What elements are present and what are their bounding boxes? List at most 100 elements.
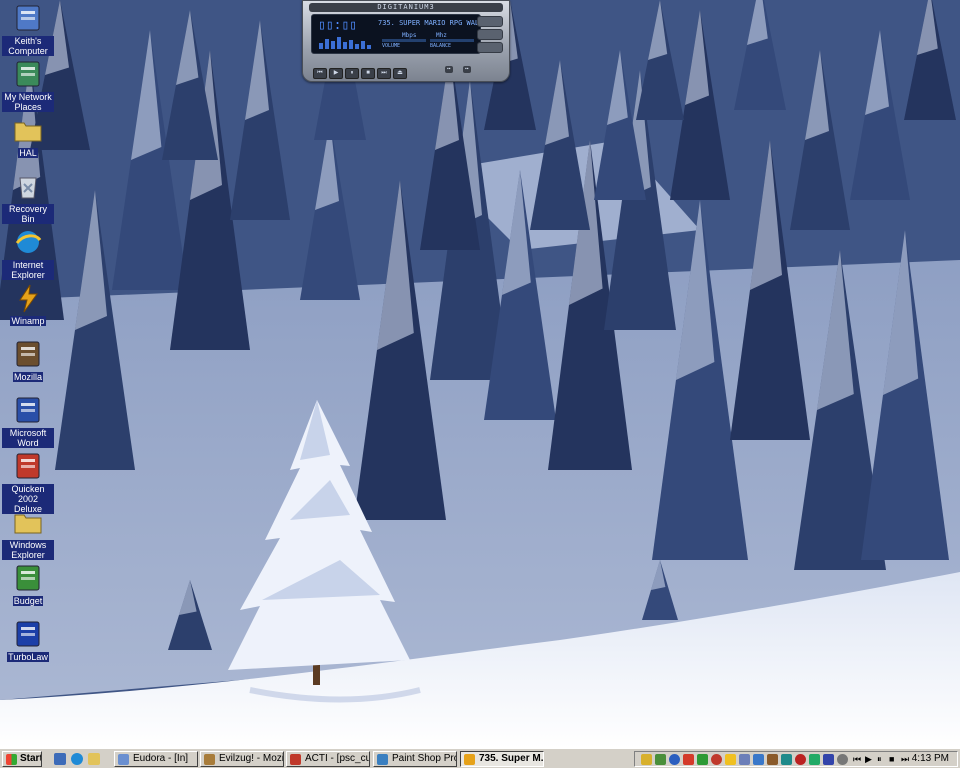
winamp-time-display: ▯▯:▯▯: [318, 18, 358, 33]
desktop-icon[interactable]: HAL: [2, 114, 54, 159]
taskbar-window-button[interactable]: Paint Shop Pro - ...: [373, 751, 457, 767]
taskbar-window-label: Evilzug! - Mozilla: [219, 753, 284, 764]
desktop-icon[interactable]: Microsoft Word: [2, 394, 54, 449]
pause-icon[interactable]: ⏸: [345, 68, 359, 79]
network-icon[interactable]: [655, 754, 666, 765]
winamp-icon: [19, 284, 38, 313]
act-icon: [290, 754, 301, 765]
start-button[interactable]: Start: [2, 751, 42, 767]
winamp-spectrum-analyzer: [319, 37, 371, 49]
desktop-icon[interactable]: Windows Explorer: [2, 506, 54, 561]
media-play-icon[interactable]: ▶: [865, 754, 876, 765]
desktop-icon[interactable]: Budget: [2, 562, 54, 607]
previous-icon[interactable]: ⏮: [313, 68, 327, 79]
folder-icon: [14, 122, 42, 142]
winamp-balance-slider[interactable]: [430, 39, 474, 42]
winamp-icon: [464, 754, 475, 765]
tray-app-icon-12[interactable]: [837, 754, 848, 765]
desktop[interactable]: Keith's Computer My Network Places HAL Reco…: [0, 0, 960, 748]
winamp-volume-label: VOLUME: [382, 43, 401, 49]
winamp-eq-toggle[interactable]: [477, 16, 503, 27]
internet-explorer-icon: [15, 231, 42, 253]
winamp-shuffle-toggle[interactable]: [477, 42, 503, 53]
clock[interactable]: 4:13 PM: [912, 752, 949, 766]
desktop-icon-label: Microsoft Word: [2, 428, 54, 448]
desktop-icon-label: HAL: [18, 148, 38, 158]
tray-app-icon-3[interactable]: [711, 754, 722, 765]
tray-app-icon-4[interactable]: [725, 754, 736, 765]
next-icon[interactable]: ⏭: [377, 68, 391, 79]
taskbar-window-label: ACTI - [psc_cust...: [305, 753, 369, 764]
tray-app-icon-11[interactable]: [823, 754, 834, 765]
winamp-playlist-toggle[interactable]: [477, 29, 503, 40]
winamp-mini-button-1[interactable]: ▪▪: [445, 66, 453, 73]
media-next-icon[interactable]: ⏭: [901, 754, 912, 765]
wallpaper-snowy-forest: [0, 0, 960, 748]
mozilla-icon: [16, 341, 40, 367]
winamp-player[interactable]: DIGITANIUM3 ▯▯:▯▯ 735. SUPER MARIO RPG W…: [302, 0, 510, 82]
eudora-icon: [118, 754, 129, 765]
winamp-track-title: 735. SUPER MARIO RPG WALTZ OF: [378, 19, 478, 27]
mozilla-icon: [204, 754, 215, 765]
desktop-icon[interactable]: TurboLaw: [2, 618, 54, 663]
winamp-samplerate-label: Mhz: [436, 32, 447, 39]
turbolaw-icon: [16, 621, 40, 647]
tray-app-icon-5[interactable]: [739, 754, 750, 765]
desktop-icon[interactable]: My Network Places: [2, 58, 54, 113]
windows-logo-icon: [6, 754, 17, 765]
desktop-icon[interactable]: Winamp: [2, 282, 54, 327]
tray-app-icon-9[interactable]: [795, 754, 806, 765]
eject-icon[interactable]: ⏏: [393, 68, 407, 79]
play-icon[interactable]: ▶: [329, 68, 343, 79]
desktop-icon[interactable]: Mozilla: [2, 338, 54, 383]
start-label: Start: [20, 753, 42, 764]
media-stop-icon[interactable]: ■: [889, 754, 900, 765]
media-pause-icon[interactable]: ⏸: [877, 754, 888, 765]
windows-explorer-icon: [14, 514, 42, 534]
quicken-icon: [16, 453, 40, 479]
desktop-icon-label: TurboLaw: [7, 652, 49, 662]
antivirus-icon[interactable]: [669, 754, 680, 765]
desktop-icon-label: Recovery Bin: [2, 204, 54, 224]
desktop-icon-label: Budget: [12, 596, 44, 606]
desktop-icon[interactable]: Recovery Bin: [2, 170, 54, 225]
winamp-volume-slider[interactable]: [382, 39, 426, 42]
stop-icon[interactable]: ■: [361, 68, 375, 79]
taskbar: Start Eudora - [In] Evilzug! - Mozilla ACT…: [0, 748, 960, 768]
desktop-icon-label: Winamp: [10, 316, 46, 326]
paint-shop-pro-icon: [377, 754, 388, 765]
winamp-bitrate-label: Mbps: [402, 32, 417, 39]
tray-app-icon-8[interactable]: [781, 754, 792, 765]
taskbar-window-button[interactable]: Eudora - [In]: [114, 751, 198, 767]
winamp-title[interactable]: DIGITANIUM3: [309, 3, 503, 12]
desktop-icon-label: Windows Explorer: [2, 540, 54, 560]
system-tray: ⏮ ▶ ⏸ ■ ⏭ 4:13 PM: [634, 751, 958, 767]
desktop-icon-label: Keith's Computer: [2, 36, 54, 56]
winamp-mini-button-2[interactable]: ▪▪: [463, 66, 471, 73]
excel-spreadsheet-icon: [16, 565, 40, 591]
tray-app-icon-7[interactable]: [767, 754, 778, 765]
winamp-balance-label: BALANCE: [430, 43, 452, 49]
internet-explorer-icon[interactable]: [71, 753, 83, 765]
winamp-side-buttons: [477, 16, 503, 55]
taskbar-window-button[interactable]: 735. Super M...: [460, 751, 544, 767]
tray-app-icon-1[interactable]: [683, 754, 694, 765]
tray-app-icon-10[interactable]: [809, 754, 820, 765]
desktop-icon-label: Mozilla: [12, 372, 43, 382]
tray-app-icon-2[interactable]: [697, 754, 708, 765]
show-desktop-icon[interactable]: [54, 753, 66, 765]
winamp-transport-controls: ⏮ ▶ ⏸ ■ ⏭ ⏏: [313, 68, 407, 79]
speaker-icon[interactable]: [641, 754, 652, 765]
media-previous-icon[interactable]: ⏮: [853, 754, 864, 765]
taskbar-window-button[interactable]: ACTI - [psc_cust...: [286, 751, 370, 767]
desktop-icon[interactable]: Internet Explorer: [2, 226, 54, 281]
taskbar-window-label: Paint Shop Pro - ...: [392, 753, 456, 764]
my-computer-icon: [16, 5, 40, 31]
taskbar-window-button[interactable]: Evilzug! - Mozilla: [200, 751, 284, 767]
word-icon: [16, 397, 40, 423]
tray-app-icon-6[interactable]: [753, 754, 764, 765]
desktop-icon-label: My Network Places: [2, 92, 54, 112]
taskbar-window-label: Eudora - [In]: [133, 753, 189, 764]
folder-icon[interactable]: [88, 753, 100, 765]
desktop-icon[interactable]: Keith's Computer: [2, 2, 54, 57]
